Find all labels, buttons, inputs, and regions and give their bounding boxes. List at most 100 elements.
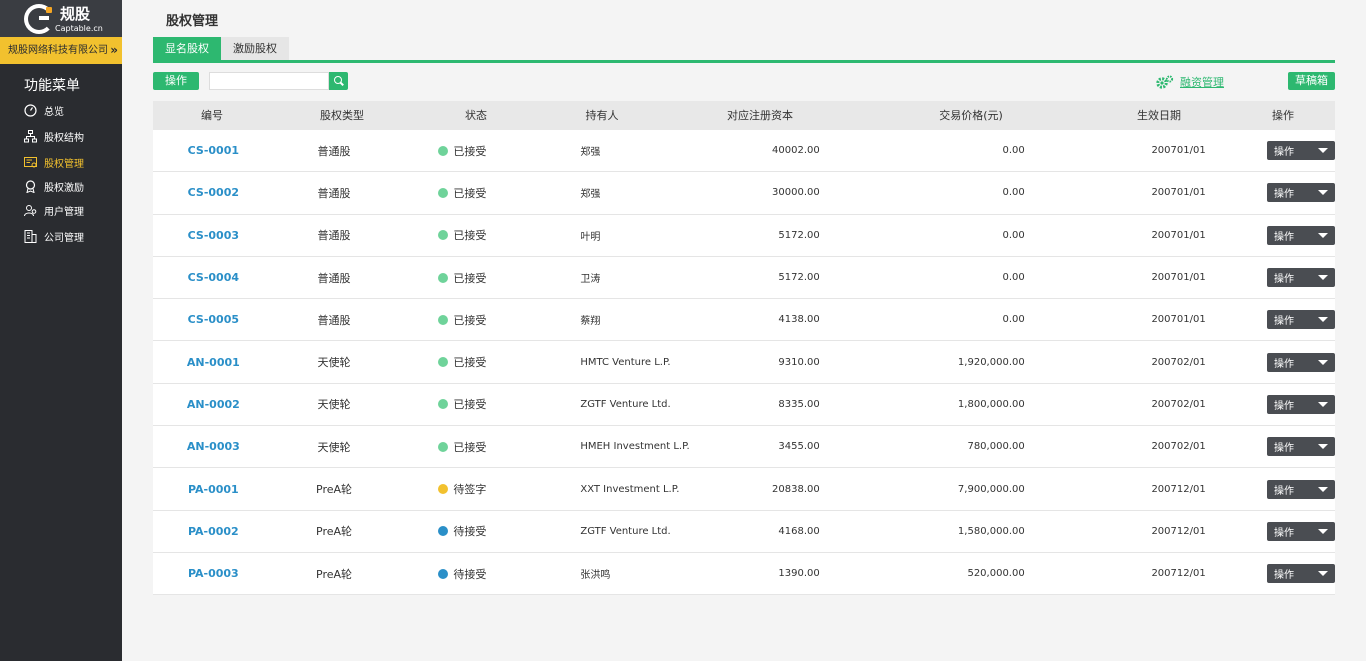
caret-down-icon (1318, 148, 1329, 154)
row-action-dropdown[interactable]: 操作 (1267, 268, 1336, 288)
status-cell: 已接受 (394, 312, 530, 328)
row-action-dropdown[interactable]: 操作 (1267, 479, 1336, 499)
transaction-price: 1,800,000.00 (957, 398, 1025, 410)
equity-type: 普通股 (317, 313, 351, 327)
sidebar-item-0[interactable]: 总览 (24, 101, 64, 119)
registered-capital: 20838.00 (772, 483, 820, 495)
status-dot-icon (438, 399, 449, 410)
sidebar-item-1[interactable]: 股权结构 (24, 127, 84, 145)
equity-id-link[interactable]: PA-0002 (153, 525, 274, 538)
sidebar-item-label: 公司管理 (44, 232, 84, 244)
row-action-dropdown[interactable]: 操作 (1267, 394, 1336, 414)
sidebar-item-4[interactable]: 用户管理 (24, 201, 84, 219)
caret-down-icon (1318, 444, 1329, 450)
equity-id-link[interactable]: AN-0001 (153, 356, 274, 369)
table-row[interactable]: CS-0005 普通股 已接受 蔡翔 4138.00 0.00 200701/01 操作 (153, 299, 1336, 342)
sidebar: 规股 Captable.cn 规股网络科技有限公司 » 功能菜单 总览股权结构股… (0, 0, 122, 661)
status-cell: 待接受 (394, 566, 530, 582)
equity-id-link[interactable]: AN-0003 (153, 440, 274, 453)
table-row[interactable]: CS-0003 普通股 已接受 叶明 5172.00 0.00 200701/01 操作 (153, 214, 1336, 257)
equity-id-link[interactable]: CS-0004 (153, 271, 274, 284)
equity-id-link[interactable]: CS-0005 (153, 313, 274, 326)
row-action-label: 操作 (1274, 570, 1295, 582)
equity-id-link[interactable]: CS-0002 (153, 186, 274, 199)
row-action-dropdown[interactable]: 操作 (1267, 564, 1336, 584)
row-action-label: 操作 (1274, 485, 1295, 497)
status-dot-icon (438, 314, 449, 325)
row-action-label: 操作 (1274, 274, 1295, 286)
holder-name: ZGTF Venture Ltd. (580, 398, 671, 410)
effective-date: 200701/01 (1151, 229, 1206, 241)
row-action-label: 操作 (1274, 400, 1295, 412)
row-action-dropdown[interactable]: 操作 (1267, 141, 1336, 161)
equity-type: PreA轮 (316, 567, 353, 581)
row-action-cell: 操作 (1206, 437, 1336, 457)
row-action-dropdown[interactable]: 操作 (1267, 521, 1336, 541)
row-action-dropdown[interactable]: 操作 (1267, 183, 1336, 203)
effective-date: 200701/01 (1151, 145, 1206, 157)
row-action-dropdown[interactable]: 操作 (1267, 352, 1336, 372)
status-dot-icon (438, 230, 449, 241)
equity-type: PreA轮 (316, 525, 353, 539)
row-action-dropdown[interactable]: 操作 (1267, 310, 1336, 330)
equity-type: 普通股 (317, 271, 351, 285)
finance-management-link[interactable]: 融资管理 (1156, 74, 1224, 90)
status-dot-icon (438, 187, 449, 198)
equity-id-link[interactable]: CS-0001 (153, 144, 274, 157)
table-row[interactable]: CS-0002 普通股 已接受 郑强 30000.00 0.00 200701/01 操作 (153, 172, 1336, 215)
status-cell: 已接受 (394, 439, 530, 455)
equity-id-link[interactable]: AN-0002 (153, 398, 274, 411)
table-row[interactable]: CS-0001 普通股 已接受 郑强 40002.00 0.00 200701/01 操作 (153, 130, 1336, 173)
table-row[interactable]: PA-0003 PreA轮 待接受 张洪鸣 1390.00 520,000.00 20071… (153, 552, 1336, 596)
row-action-dropdown[interactable]: 操作 (1267, 225, 1336, 245)
holder-name: 蔡翔 (580, 316, 601, 328)
holder-name: ZGTF Venture Ltd. (580, 525, 671, 537)
row-action-cell: 操作 (1206, 225, 1336, 245)
status-dot-icon (438, 145, 449, 156)
finance-management-label: 融资管理 (1180, 76, 1224, 89)
table-row[interactable]: AN-0003 天使轮 已接受 HMEH Investment L.P. 3455.00… (153, 426, 1336, 469)
status-cell: 已接受 (394, 354, 530, 370)
table-row[interactable]: AN-0002 天使轮 已接受 ZGTF Venture Ltd. 8335.00 1,8… (153, 383, 1336, 427)
tab-named-equity[interactable]: 显名股权 (153, 37, 221, 61)
caret-down-icon (1318, 486, 1329, 492)
effective-date: 200701/01 (1151, 272, 1206, 284)
draft-box-button[interactable]: 草稿箱 (1288, 72, 1335, 90)
logo[interactable]: 规股 Captable.cn (0, 0, 122, 37)
toolbar-operation-button[interactable]: 操作 (153, 72, 199, 90)
sidebar-item-3[interactable]: 股权激励 (24, 177, 84, 195)
caret-down-icon (1318, 232, 1329, 238)
equity-id-link[interactable]: PA-0001 (153, 483, 274, 496)
holder-name: XXT Investment L.P. (580, 483, 680, 495)
table-row[interactable]: PA-0002 PreA轮 待接受 ZGTF Venture Ltd. 4168.00 1… (153, 510, 1336, 553)
row-action-label: 操作 (1274, 443, 1295, 455)
equity-type: 普通股 (317, 144, 351, 158)
table-row[interactable]: PA-0001 PreA轮 待签字 XXT Investment L.P. 20838.… (153, 468, 1336, 511)
row-action-cell: 操作 (1206, 310, 1336, 330)
equity-type: 普通股 (317, 229, 351, 243)
equity-id-link[interactable]: CS-0003 (153, 229, 274, 242)
search-input[interactable] (209, 72, 329, 90)
status-label: 待接受 (453, 525, 487, 539)
table-row[interactable]: CS-0004 普通股 已接受 卫涛 5172.00 0.00 200701/01 操作 (153, 256, 1336, 300)
col-header-id: 编号 (201, 109, 223, 122)
equity-id-link[interactable]: PA-0003 (153, 567, 274, 580)
sidebar-item-5[interactable]: 公司管理 (24, 227, 84, 245)
company-switcher[interactable]: 规股网络科技有限公司 » (0, 37, 122, 64)
page-title: 股权管理 (166, 14, 219, 29)
status-cell: 已接受 (394, 185, 530, 201)
brand-name: 规股 (60, 5, 91, 23)
status-label: 已接受 (453, 440, 487, 454)
row-action-dropdown[interactable]: 操作 (1267, 437, 1336, 457)
search-button[interactable] (329, 72, 348, 90)
status-label: 待签字 (453, 483, 487, 497)
tab-incentive-equity[interactable]: 激励股权 (221, 37, 289, 61)
status-label: 已接受 (453, 356, 487, 370)
holder-name: 郑强 (580, 147, 601, 159)
sidebar-item-2[interactable]: 股权管理 (24, 153, 84, 171)
caret-down-icon (1318, 401, 1329, 407)
status-label: 已接受 (453, 229, 487, 243)
menu-title: 功能菜单 (24, 78, 80, 94)
holder-name: HMEH Investment L.P. (580, 441, 690, 453)
table-row[interactable]: AN-0001 天使轮 已接受 HMTC Venture L.P. 9310.00 1,9… (153, 341, 1336, 384)
